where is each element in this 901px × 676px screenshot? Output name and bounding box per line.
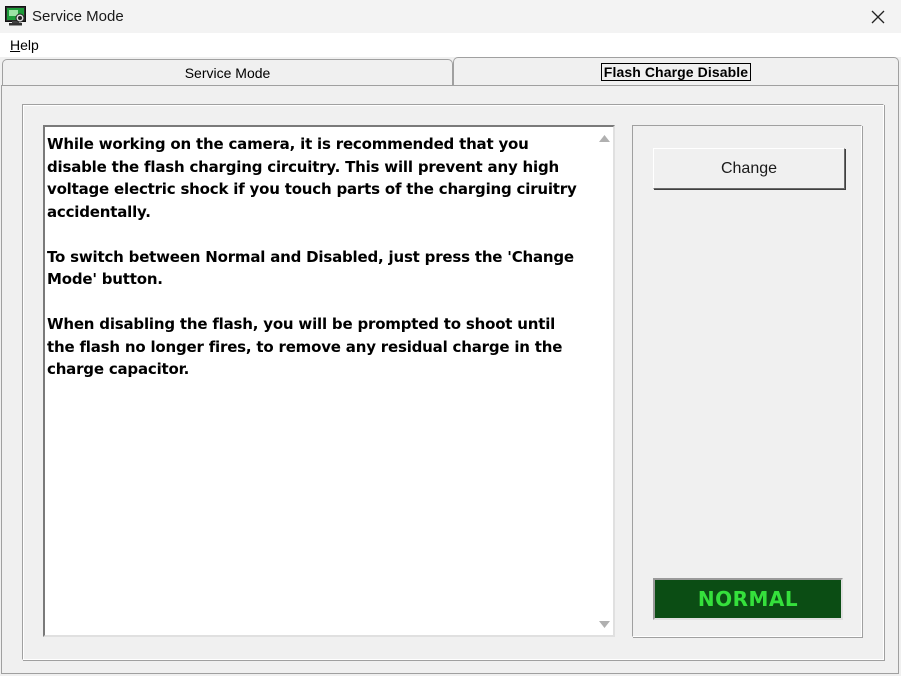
tab-flash-charge-disable-label: Flash Charge Disable bbox=[600, 62, 752, 81]
menu-help-accel: H bbox=[10, 37, 21, 53]
flash-status-value: NORMAL bbox=[697, 587, 799, 611]
window-title: Service Mode bbox=[32, 8, 124, 25]
instructions-textbox[interactable]: While working on the camera, it is recom… bbox=[43, 125, 615, 637]
instruction-paragraph: While working on the camera, it is recom… bbox=[47, 135, 577, 221]
tab-page-flash-charge-disable: While working on the camera, it is recom… bbox=[1, 85, 899, 674]
scroll-down-arrow-icon[interactable] bbox=[599, 619, 610, 629]
instructions-text: While working on the camera, it is recom… bbox=[47, 133, 587, 403]
camera-monitor-icon bbox=[5, 6, 26, 26]
control-panel: Change NORMAL bbox=[632, 125, 862, 637]
tab-service-mode[interactable]: Service Mode bbox=[2, 59, 453, 85]
scroll-up-arrow-icon[interactable] bbox=[599, 133, 610, 143]
menu-help[interactable]: Help bbox=[10, 37, 39, 53]
tab-flash-charge-disable[interactable]: Flash Charge Disable bbox=[453, 57, 899, 85]
flash-status-indicator: NORMAL bbox=[653, 578, 843, 620]
vertical-scrollbar[interactable] bbox=[596, 127, 613, 635]
change-mode-button[interactable]: Change bbox=[653, 148, 845, 189]
close-icon bbox=[871, 10, 885, 23]
instruction-paragraph: When disabling the flash, you will be pr… bbox=[47, 315, 563, 378]
tab-service-mode-label: Service Mode bbox=[184, 64, 271, 81]
menu-bar: Help bbox=[0, 33, 901, 57]
close-button[interactable] bbox=[855, 0, 901, 33]
client-area: Service Mode Flash Charge Disable While … bbox=[0, 57, 901, 676]
content-frame: While working on the camera, it is recom… bbox=[22, 104, 884, 660]
title-bar[interactable]: Service Mode bbox=[0, 0, 901, 33]
menu-help-label: elp bbox=[20, 37, 39, 53]
change-mode-button-label: Change bbox=[720, 159, 778, 177]
instruction-paragraph: To switch between Normal and Disabled, j… bbox=[47, 247, 574, 289]
